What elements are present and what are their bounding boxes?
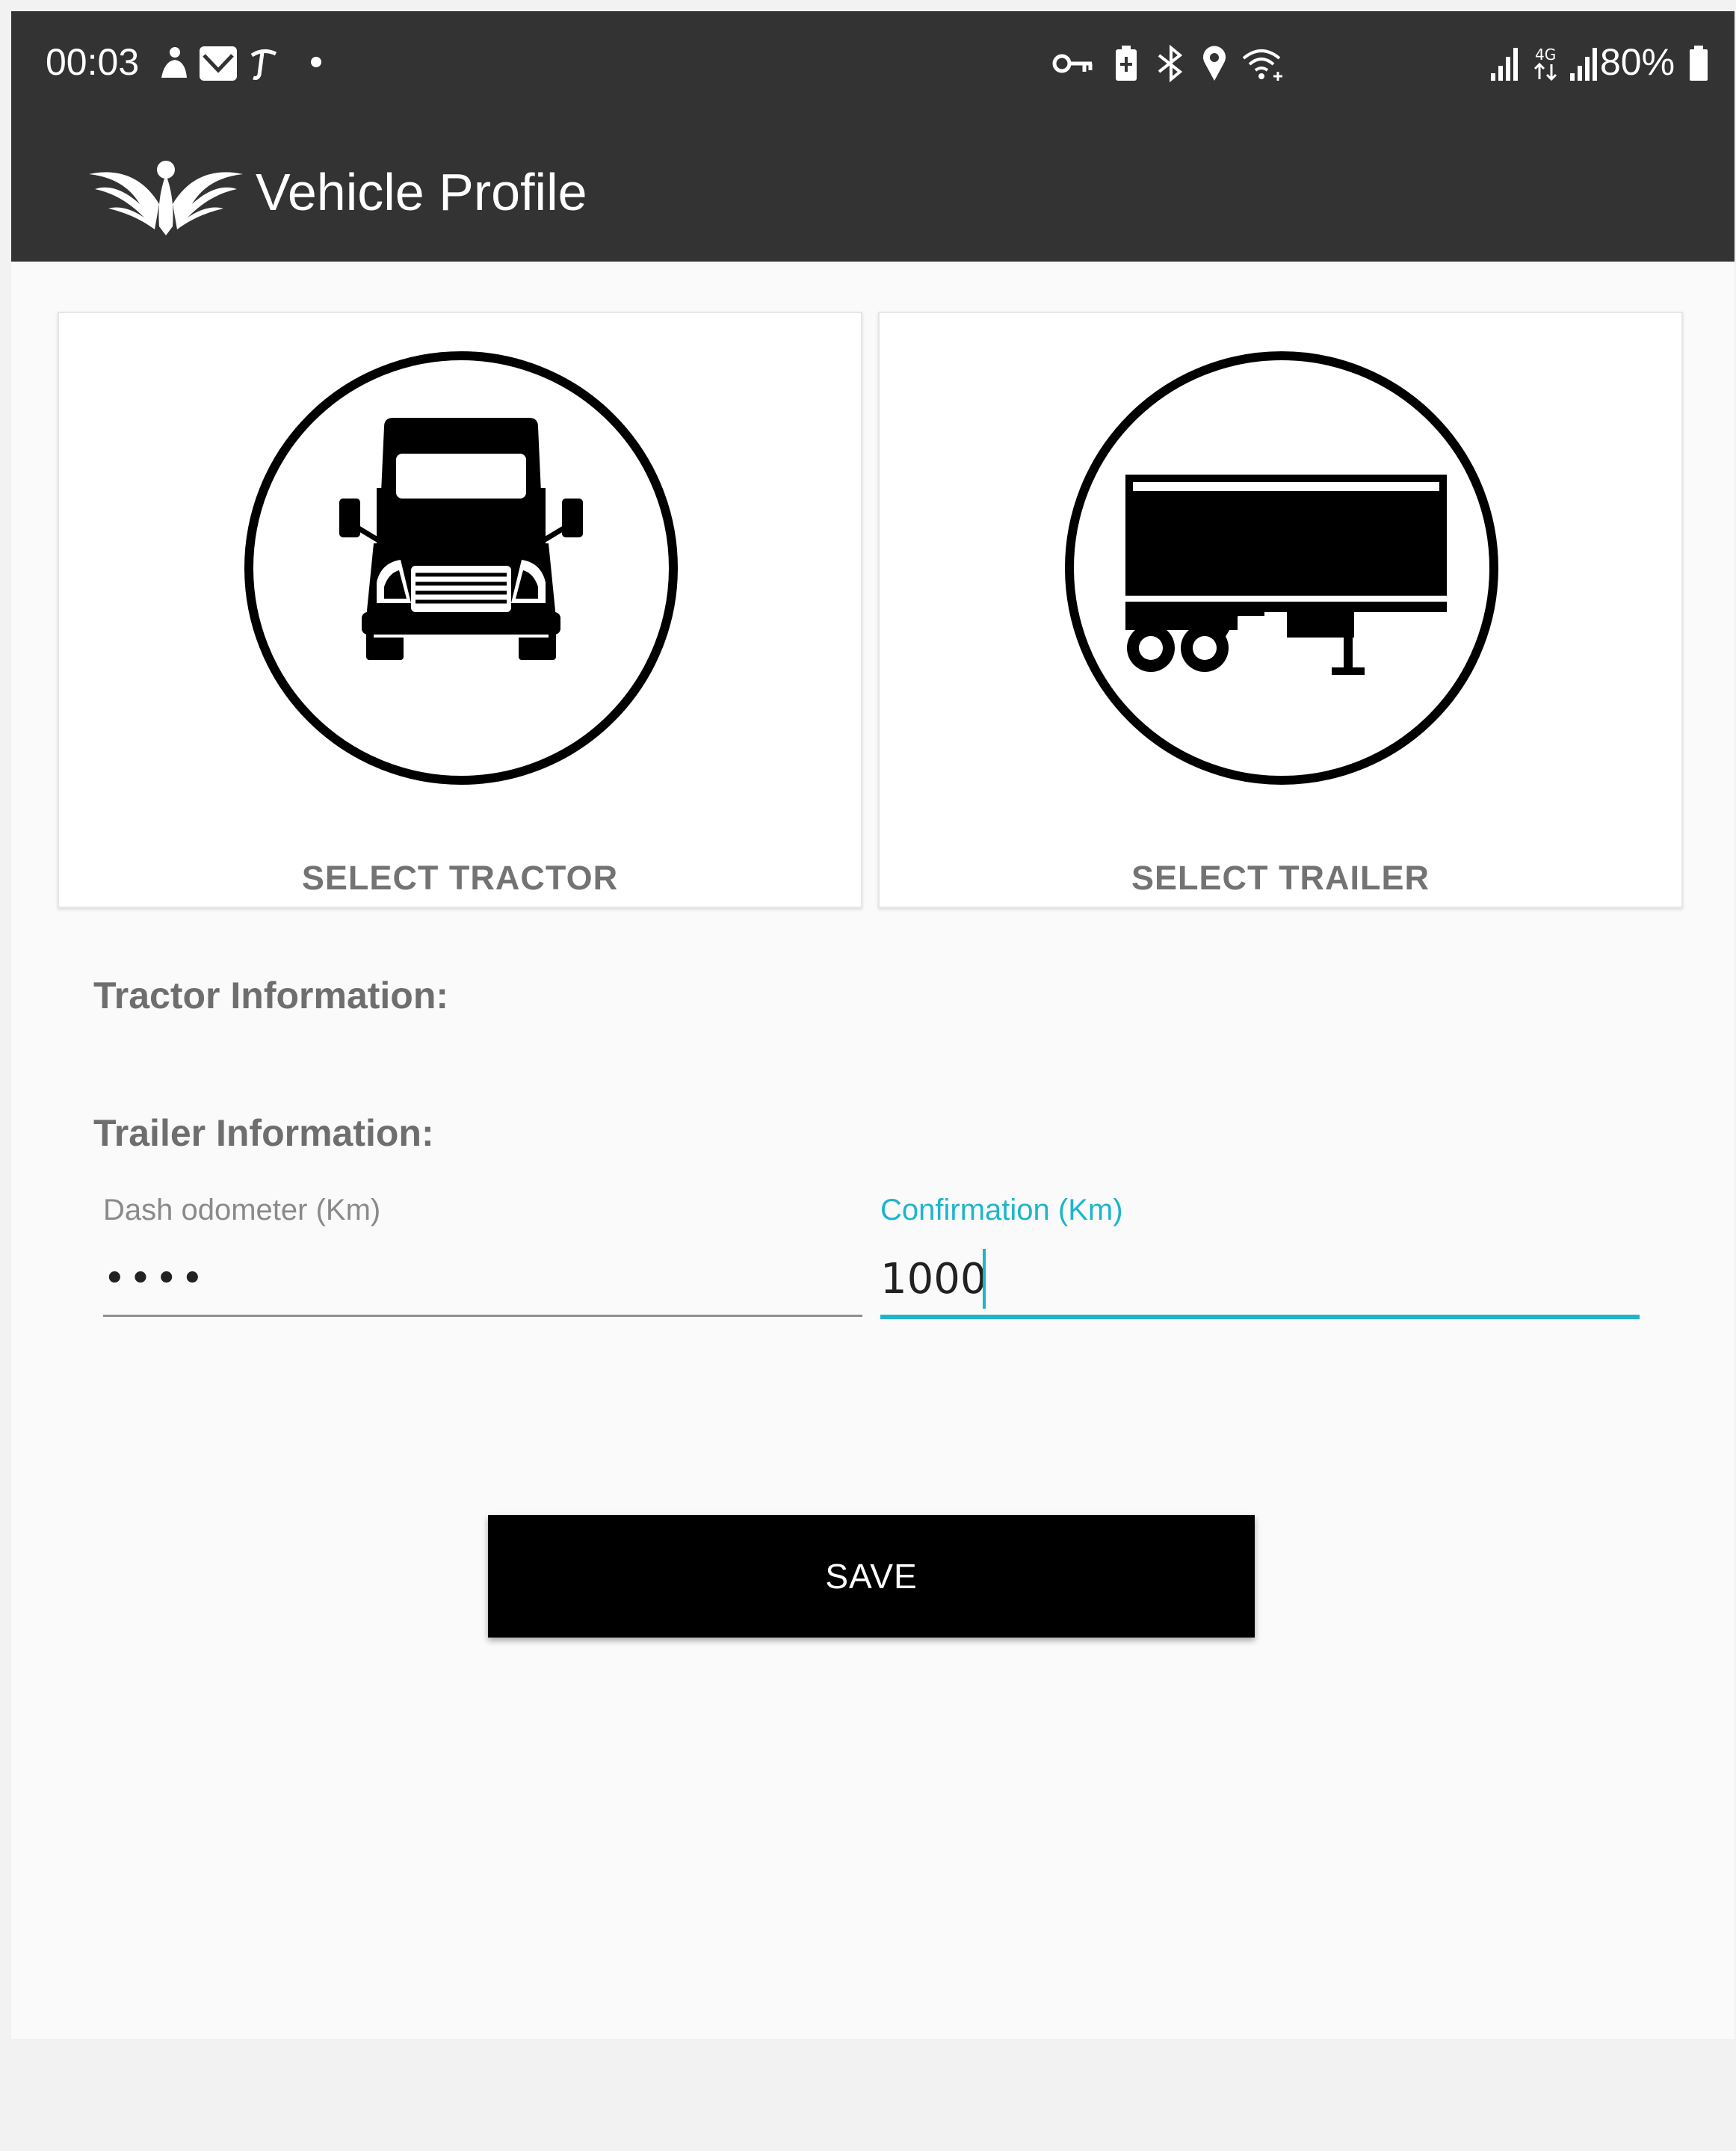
save-button[interactable]: SAVE (488, 1515, 1255, 1638)
eagle-logo-icon (89, 161, 243, 235)
select-tractor-label: SELECT TRACTOR (301, 859, 619, 897)
trailer-information-heading: Trailer Information: (93, 1112, 434, 1154)
status-time: 00:03 (46, 41, 140, 83)
signal-icon (1491, 48, 1518, 81)
vpn-key-icon (1052, 54, 1093, 73)
confirmation-underline (880, 1315, 1640, 1319)
network-4g-icon: 4G (1533, 46, 1557, 81)
page-title: Vehicle Profile (256, 163, 587, 221)
app-screen: 00:03 4G 80% Vehicle Profile SELECT TRAC… (11, 11, 1735, 2039)
notification-app-icon (161, 47, 187, 78)
tiktok-icon (250, 49, 277, 80)
battery-saver-icon (1116, 46, 1137, 81)
select-trailer-card[interactable]: SELECT TRAILER (878, 312, 1683, 908)
status-bar: 00:03 4G 80% (11, 11, 1735, 116)
confirmation-input[interactable] (880, 1255, 1640, 1303)
truck-icon (244, 351, 678, 785)
app-bar: Vehicle Profile (11, 131, 1735, 262)
select-trailer-label: SELECT TRAILER (1131, 859, 1430, 897)
wifi-icon (1242, 49, 1282, 81)
confirmation-label: Confirmation (Km) (880, 1194, 1123, 1226)
dash-odometer-underline (103, 1315, 862, 1317)
dash-odometer-input[interactable] (103, 1255, 862, 1303)
dash-odometer-label: Dash odometer (Km) (103, 1194, 381, 1226)
select-tractor-card[interactable]: SELECT TRACTOR (58, 312, 862, 908)
signal-icon (1570, 48, 1597, 81)
battery-percentage: 80% (1600, 41, 1675, 83)
bluetooth-icon (1158, 45, 1183, 82)
top-bar: 00:03 4G 80% Vehicle Profile (11, 11, 1735, 262)
battery-icon (1690, 46, 1708, 81)
tractor-information-heading: Tractor Information: (93, 975, 449, 1016)
dot-icon (311, 57, 321, 67)
trailer-icon (1065, 351, 1498, 785)
text-cursor (983, 1249, 986, 1309)
svg-text:4G: 4G (1535, 46, 1556, 64)
mail-app-icon (200, 46, 237, 81)
location-icon (1203, 46, 1226, 81)
